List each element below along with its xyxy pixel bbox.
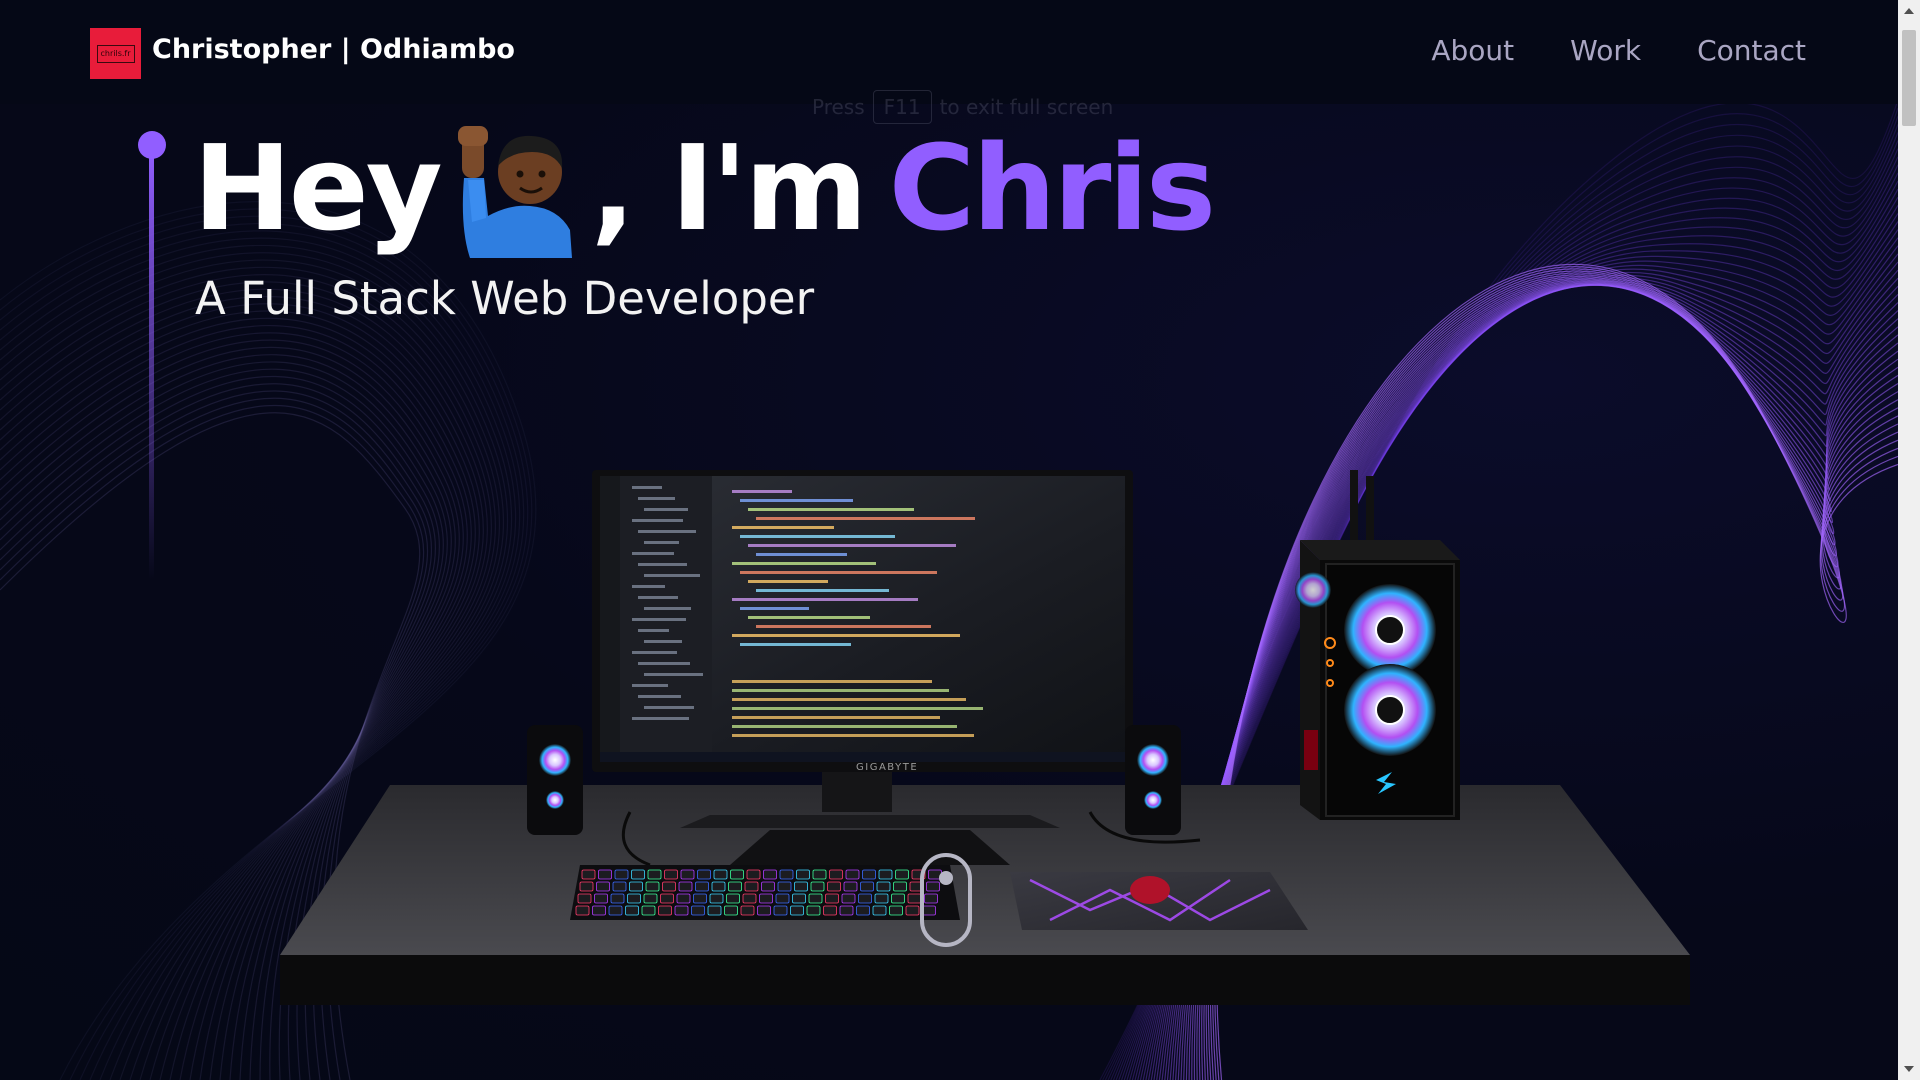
portfolio-page: chrils.fr Christopher | Odhiambo About W… — [0, 0, 1920, 1080]
hero-name: Chris — [888, 119, 1216, 257]
nav-link-contact[interactable]: Contact — [1697, 34, 1806, 67]
nav-link-about[interactable]: About — [1431, 34, 1514, 67]
logo[interactable]: chrils.fr — [90, 28, 141, 79]
scroll-down-arrow-icon[interactable] — [1904, 1066, 1914, 1072]
hero-title: Hey , I'm Chris — [193, 118, 1216, 258]
keyboard — [570, 865, 960, 920]
page-scrollbar[interactable] — [1898, 0, 1920, 1080]
scroll-thumb[interactable] — [1902, 30, 1916, 126]
desk-scene-canvas[interactable]: GIGABYTE — [270, 460, 1710, 1020]
nav-link-work[interactable]: Work — [1570, 34, 1641, 67]
nav-links: About Work Contact — [1431, 34, 1806, 67]
person-raising-hand-icon — [457, 126, 572, 258]
navbar: chrils.fr Christopher | Odhiambo About W… — [0, 0, 1898, 104]
left-speaker — [527, 725, 583, 835]
monitor-brand-label: GIGABYTE — [856, 762, 918, 773]
hero-subtitle: A Full Stack Web Developer — [195, 272, 815, 325]
mouse-pad — [1010, 872, 1308, 930]
brand-name[interactable]: Christopher | Odhiambo — [152, 34, 515, 65]
scroll-up-arrow-icon[interactable] — [1904, 8, 1914, 14]
logo-text: chrils.fr — [96, 44, 135, 63]
right-speaker — [1125, 725, 1181, 835]
pc-tower — [1295, 470, 1460, 820]
hero-greeting: Hey — [193, 119, 443, 257]
hero-timeline-line — [149, 150, 154, 580]
fullscreen-hint-prefix: Press — [812, 95, 865, 119]
hero-separator: , I'm — [590, 119, 868, 257]
fullscreen-hint-suffix: to exit full screen — [939, 95, 1114, 119]
